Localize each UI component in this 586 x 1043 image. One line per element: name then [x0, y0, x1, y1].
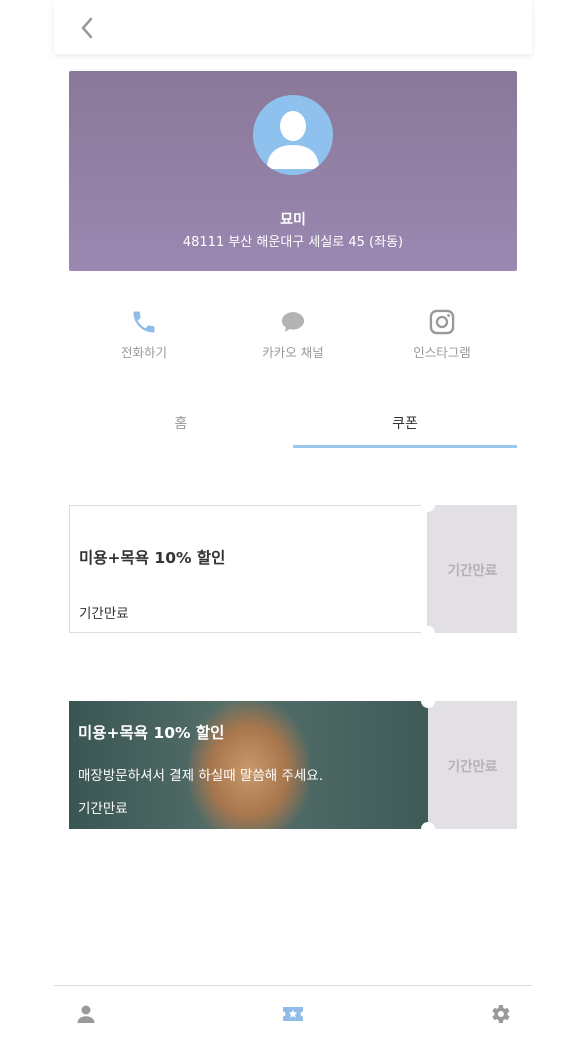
- phone-icon: [133, 311, 155, 333]
- coupon-expiry: 기간만료: [79, 606, 129, 622]
- tab-home[interactable]: 홈: [69, 404, 293, 448]
- call-label: 전화하기: [120, 345, 167, 360]
- nav-coupon-button[interactable]: [281, 1002, 305, 1026]
- shop-address: 48111 부산 해운대구 세실로 45 (좌동): [182, 235, 404, 250]
- kakao-label: 카카오 채널: [262, 345, 324, 360]
- instagram-icon: [429, 309, 455, 335]
- coupon-title: 미용+목욕 10% 할인: [79, 549, 226, 567]
- coupon-body: 미용+목욕 10% 할인 기간만료: [69, 505, 428, 633]
- bottom-nav: [54, 985, 532, 1043]
- coupon-notch: [421, 694, 435, 708]
- coupon-notch: [421, 822, 435, 836]
- top-bar: [54, 0, 532, 54]
- gear-icon: [492, 1005, 510, 1023]
- coupon-body: 미용+목욕 10% 할인 매장방문하셔서 결제 하실때 말씀해 주세요. 기간만…: [69, 701, 428, 829]
- tab-bar: 홈 쿠폰: [69, 404, 517, 450]
- coupon-notch: [421, 626, 435, 640]
- person-icon: [77, 1005, 95, 1023]
- coupon-card[interactable]: 미용+목욕 10% 할인 매장방문하셔서 결제 하실때 말씀해 주세요. 기간만…: [69, 694, 517, 836]
- coupon-status: 기간만료: [428, 701, 517, 829]
- coupon-notch: [421, 498, 435, 512]
- tab-coupon[interactable]: 쿠폰: [293, 404, 517, 448]
- user-icon: [267, 111, 319, 169]
- contact-actions: 전화하기 카카오 채널 인스타그램: [69, 308, 517, 368]
- chevron-left-icon: [81, 17, 93, 39]
- nav-profile-button[interactable]: [74, 1002, 98, 1026]
- ticket-star-icon: [283, 1007, 303, 1021]
- instagram-label: 인스타그램: [413, 345, 471, 360]
- active-tab-indicator: [293, 445, 517, 448]
- profile-card: 묘미 48111 부산 해운대구 세실로 45 (좌동): [69, 71, 517, 271]
- call-button[interactable]: 전화하기: [84, 308, 204, 361]
- coupon-description: 매장방문하셔서 결제 하실때 말씀해 주세요.: [78, 768, 324, 784]
- coupon-card[interactable]: 미용+목욕 10% 할인 기간만료 기간만료: [69, 498, 517, 640]
- kakao-channel-button[interactable]: 카카오 채널: [233, 308, 353, 361]
- instagram-button[interactable]: 인스타그램: [382, 308, 502, 361]
- coupon-expiry: 기간만료: [78, 801, 128, 817]
- coupon-title: 미용+목욕 10% 할인: [78, 724, 225, 742]
- shop-name: 묘미: [280, 212, 306, 228]
- avatar: [253, 95, 333, 175]
- chat-bubble-icon: [281, 312, 305, 332]
- nav-settings-button[interactable]: [488, 1002, 512, 1026]
- coupon-status: 기간만료: [428, 505, 517, 633]
- back-button[interactable]: [74, 14, 102, 42]
